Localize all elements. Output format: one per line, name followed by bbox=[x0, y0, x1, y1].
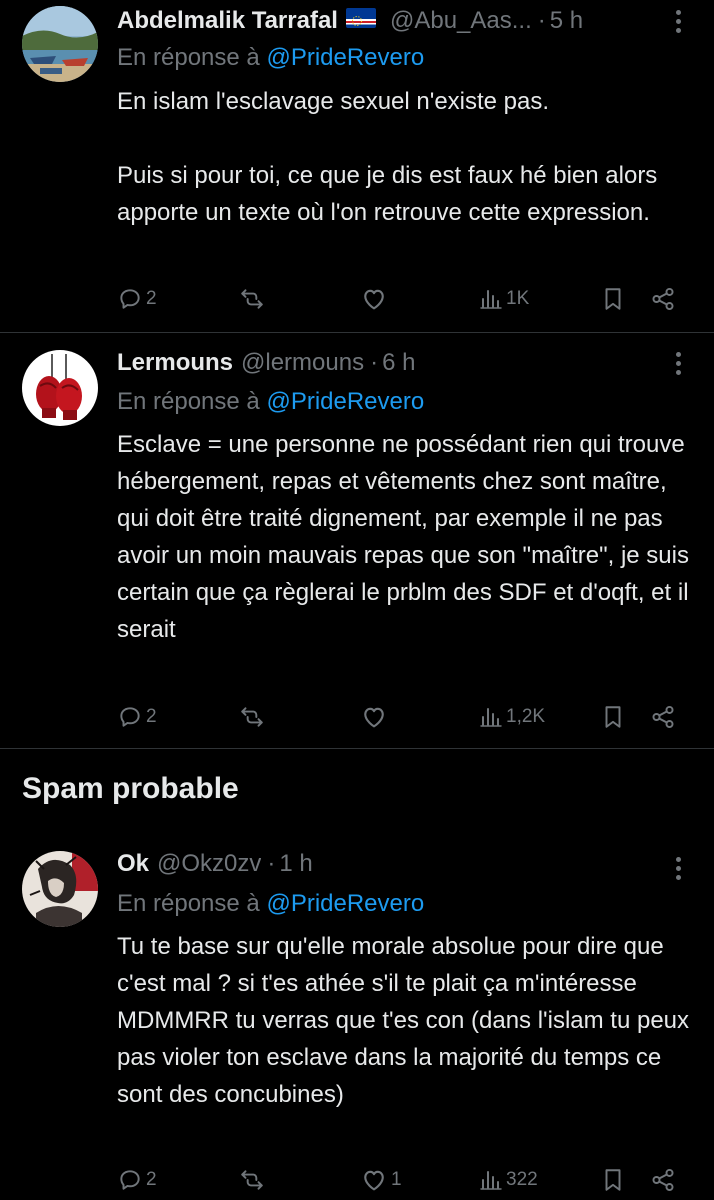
tweet[interactable]: Abdelmalik Tarrafal @Abu_Aas... · 5 h En… bbox=[0, 0, 714, 333]
divider bbox=[0, 748, 714, 749]
tweet[interactable]: Ok @Okz0zv · 1 h En réponse à @PrideReve… bbox=[0, 835, 714, 1200]
share-button[interactable] bbox=[650, 282, 676, 316]
bookmark-button[interactable] bbox=[600, 1163, 626, 1197]
author-handle[interactable]: @lermouns bbox=[241, 349, 364, 377]
bookmark-button[interactable] bbox=[600, 700, 626, 734]
reply-count: 2 bbox=[146, 706, 157, 727]
action-bar: 2 1 322 bbox=[117, 1163, 714, 1197]
action-bar: 2 1,2K bbox=[117, 700, 714, 734]
timestamp[interactable]: 1 h bbox=[279, 850, 312, 878]
reply-button[interactable]: 2 bbox=[117, 1163, 157, 1197]
separator: · bbox=[537, 7, 546, 34]
tweet-paragraph: En islam l'esclavage sexuel n'existe pas… bbox=[117, 88, 550, 115]
share-button[interactable] bbox=[650, 700, 676, 734]
reply-count: 2 bbox=[146, 288, 157, 309]
reply-button[interactable]: 2 bbox=[117, 700, 157, 734]
reply-mention-link[interactable]: @PrideRevero bbox=[266, 388, 424, 415]
reply-context: En réponse à @PrideRevero bbox=[117, 44, 424, 72]
reply-prefix: En réponse à bbox=[117, 890, 260, 917]
avatar[interactable] bbox=[22, 350, 98, 426]
tweet-text: Tu te base sur qu'elle morale absolue po… bbox=[117, 928, 697, 1113]
tweet[interactable]: Lermouns @lermouns · 6 h En réponse à @P… bbox=[0, 333, 714, 748]
views-icon bbox=[480, 290, 502, 309]
author-handle[interactable]: @Abu_Aas... bbox=[390, 7, 532, 35]
like-button[interactable] bbox=[360, 700, 388, 734]
repost-button[interactable] bbox=[239, 282, 265, 316]
reply-count: 2 bbox=[146, 1169, 157, 1190]
like-button[interactable] bbox=[360, 282, 388, 316]
repost-button[interactable] bbox=[239, 700, 265, 734]
reply-mention-link[interactable]: @PrideRevero bbox=[266, 44, 424, 71]
reply-icon bbox=[120, 1170, 140, 1190]
share-icon bbox=[652, 705, 674, 729]
repost-icon bbox=[241, 1170, 263, 1190]
share-icon bbox=[652, 287, 674, 311]
section-title: Spam probable bbox=[22, 772, 239, 805]
like-count: 1 bbox=[391, 1169, 402, 1190]
repost-icon bbox=[241, 707, 263, 727]
reply-context: En réponse à @PrideRevero bbox=[117, 388, 424, 416]
views-icon bbox=[480, 1171, 502, 1190]
heart-icon bbox=[364, 1170, 384, 1191]
tweet-text: En islam l'esclavage sexuel n'existe pas… bbox=[117, 83, 697, 231]
tweet-paragraph: Esclave = une personne ne possédant rien… bbox=[117, 431, 689, 643]
views-button[interactable]: 1K bbox=[479, 282, 529, 316]
avatar[interactable] bbox=[22, 851, 98, 927]
separator: · bbox=[370, 349, 379, 376]
timestamp[interactable]: 6 h bbox=[382, 349, 415, 377]
tweet-header: Ok @Okz0zv · 1 h bbox=[117, 847, 654, 881]
author-handle[interactable]: @Okz0zv bbox=[157, 850, 261, 878]
more-options-icon[interactable] bbox=[668, 851, 688, 885]
reply-prefix: En réponse à bbox=[117, 44, 260, 71]
repost-icon bbox=[241, 289, 263, 309]
heart-icon bbox=[364, 707, 384, 728]
reply-icon bbox=[120, 707, 140, 727]
bookmark-icon bbox=[605, 1169, 621, 1191]
reply-button[interactable]: 2 bbox=[117, 282, 157, 316]
tweet-header: Abdelmalik Tarrafal @Abu_Aas... · 5 h bbox=[117, 4, 654, 38]
timestamp[interactable]: 5 h bbox=[550, 7, 583, 35]
repost-button[interactable] bbox=[239, 1163, 265, 1197]
share-icon bbox=[652, 1168, 674, 1192]
author-name[interactable]: Lermouns bbox=[117, 349, 233, 377]
more-options-icon[interactable] bbox=[668, 4, 688, 38]
views-button[interactable]: 1,2K bbox=[479, 700, 545, 734]
more-options-icon[interactable] bbox=[668, 346, 688, 380]
views-icon bbox=[480, 708, 502, 727]
views-count: 1K bbox=[506, 288, 530, 309]
heart-icon bbox=[364, 289, 384, 310]
bookmark-icon bbox=[605, 706, 621, 728]
avatar[interactable] bbox=[22, 6, 98, 82]
author-name[interactable]: Abdelmalik Tarrafal bbox=[117, 7, 338, 35]
action-bar: 2 1K bbox=[117, 282, 714, 316]
like-button[interactable]: 1 bbox=[360, 1163, 402, 1197]
tweet-paragraph: Tu te base sur qu'elle morale absolue po… bbox=[117, 933, 690, 1108]
bookmark-icon bbox=[605, 288, 621, 310]
reply-context: En réponse à @PrideRevero bbox=[117, 890, 424, 918]
author-name[interactable]: Ok bbox=[117, 850, 149, 878]
reply-icon bbox=[120, 289, 140, 309]
views-button[interactable]: 322 bbox=[479, 1163, 538, 1197]
share-button[interactable] bbox=[650, 1163, 676, 1197]
cape-verde-flag-icon bbox=[345, 7, 376, 35]
bookmark-button[interactable] bbox=[600, 282, 626, 316]
reply-prefix: En réponse à bbox=[117, 388, 260, 415]
tweet-text: Esclave = une personne ne possédant rien… bbox=[117, 426, 697, 648]
tweet-header: Lermouns @lermouns · 6 h bbox=[117, 346, 654, 380]
tweet-paragraph: Puis si pour toi, ce que je dis est faux… bbox=[117, 162, 658, 226]
views-count: 322 bbox=[506, 1169, 538, 1190]
separator: · bbox=[267, 850, 276, 877]
reply-mention-link[interactable]: @PrideRevero bbox=[266, 890, 424, 917]
views-count: 1,2K bbox=[506, 706, 546, 727]
